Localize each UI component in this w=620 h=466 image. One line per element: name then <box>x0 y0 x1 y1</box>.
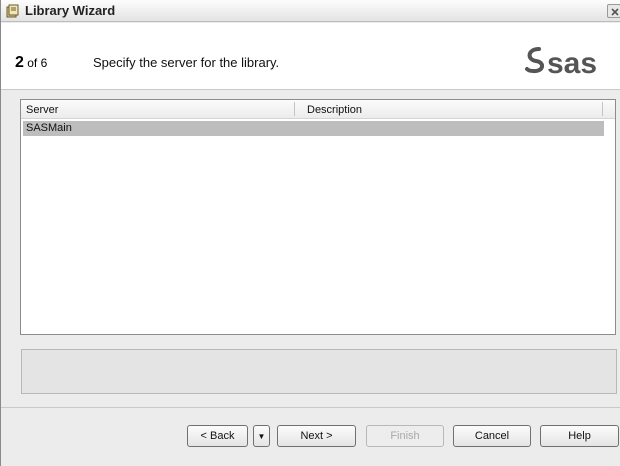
help-button[interactable]: Help <box>540 425 619 447</box>
footer-divider <box>1 407 620 408</box>
step-indicator: 2 of 6 <box>15 54 47 72</box>
library-wizard-icon <box>6 4 20 18</box>
sas-logo-text: sas <box>547 47 597 80</box>
step-total: of 6 <box>27 56 48 70</box>
wizard-header: 2 of 6 Specify the server for the librar… <box>1 23 620 90</box>
next-button[interactable]: Next > <box>277 425 356 447</box>
back-menu-button[interactable]: ▼ <box>253 425 270 447</box>
column-divider[interactable] <box>602 102 603 116</box>
cell-server: SASMain <box>26 122 72 134</box>
back-button[interactable]: < Back <box>187 425 248 447</box>
list-header: Server Description <box>21 100 615 119</box>
server-list[interactable]: Server Description SASMain <box>20 99 616 335</box>
cancel-button[interactable]: Cancel <box>453 425 531 447</box>
list-row-sasmain[interactable]: SASMain <box>23 121 604 136</box>
sas-logo: sas <box>523 40 619 80</box>
title-bar[interactable]: Library Wizard <box>1 0 620 22</box>
column-header-description[interactable]: Description <box>307 104 362 116</box>
column-divider[interactable] <box>294 102 295 116</box>
finish-button[interactable]: Finish <box>366 425 444 447</box>
dropdown-arrow-icon: ▼ <box>257 431 266 441</box>
step-description: Specify the server for the library. <box>93 55 280 70</box>
library-wizard-window: Library Wizard 2 of 6 Specify the server… <box>0 0 620 466</box>
step-current: 2 <box>15 54 24 71</box>
column-header-server[interactable]: Server <box>26 104 58 116</box>
window-title: Library Wizard <box>25 3 116 18</box>
close-icon[interactable] <box>607 4 620 18</box>
status-panel <box>21 349 617 394</box>
